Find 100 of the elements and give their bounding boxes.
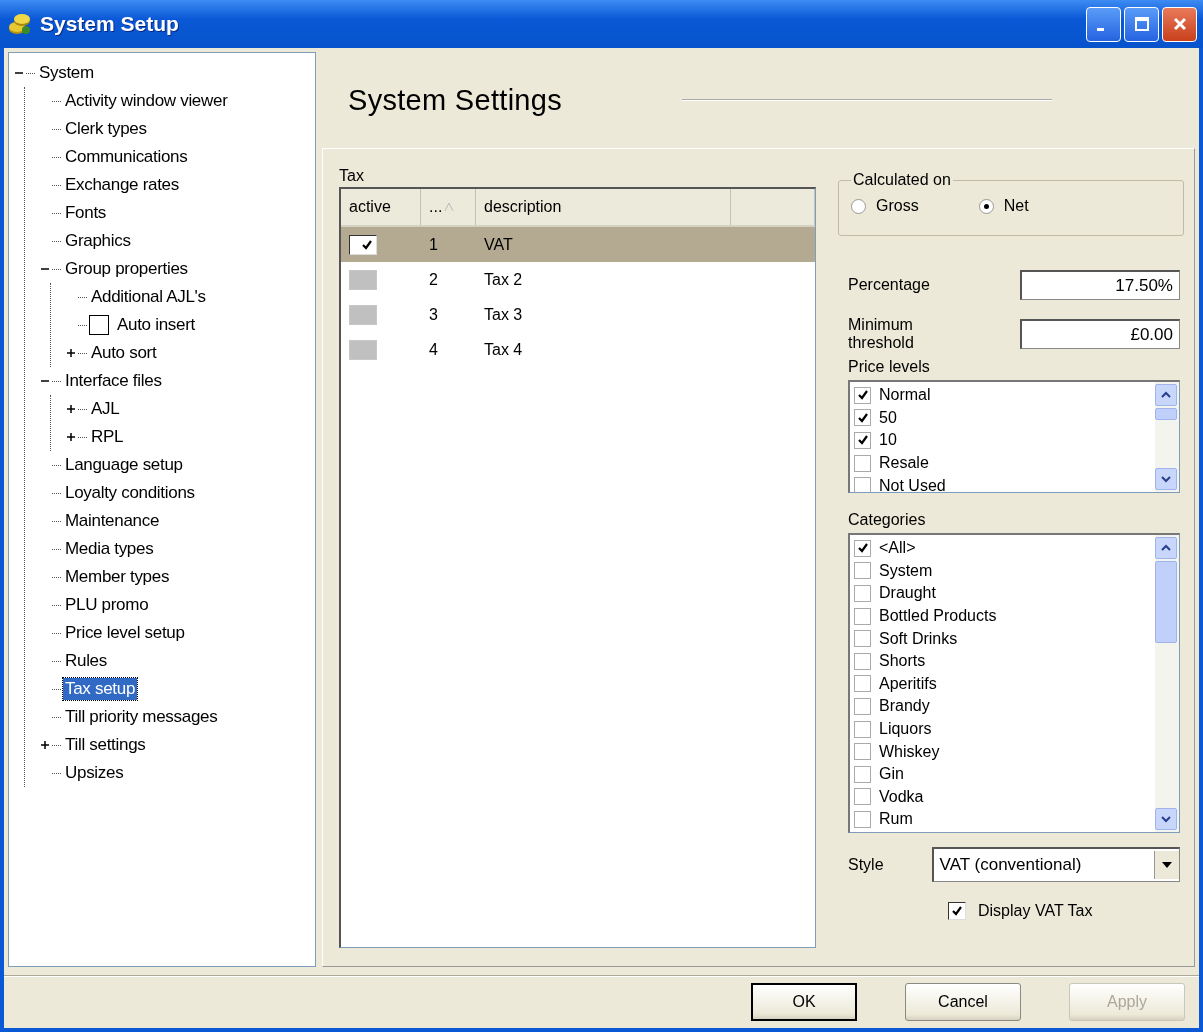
tree-item[interactable]: PLU promo	[63, 594, 151, 616]
column-header[interactable]: ...	[421, 189, 476, 225]
tree-item[interactable]: Till settings	[63, 734, 148, 756]
list-item[interactable]: Whiskey	[879, 742, 940, 761]
checkbox-label[interactable]: Display VAT Tax	[978, 902, 1093, 920]
checkbox[interactable]	[854, 585, 871, 602]
checkbox[interactable]	[854, 477, 871, 492]
radio-button[interactable]	[851, 198, 866, 214]
scroll-down-icon[interactable]	[1155, 468, 1177, 490]
list-item[interactable]: Shorts	[879, 652, 926, 671]
tree-item[interactable]: Maintenance	[63, 510, 162, 532]
checkbox[interactable]	[854, 409, 871, 427]
tree-item[interactable]: Tax setup	[63, 678, 138, 700]
page-heading: System Settings	[348, 83, 563, 117]
list-label: Price levels	[848, 358, 931, 376]
checkbox[interactable]	[854, 697, 871, 715]
checkbox[interactable]	[854, 454, 871, 472]
list-item[interactable]: Draught	[879, 584, 936, 603]
checkbox[interactable]	[854, 743, 871, 761]
tree-item[interactable]: System	[37, 62, 96, 84]
checkbox[interactable]	[854, 386, 871, 404]
checkbox[interactable]	[854, 810, 871, 828]
checkbox[interactable]	[854, 765, 871, 783]
list-item[interactable]: System	[879, 561, 933, 580]
tree-item[interactable]: Member types	[63, 566, 172, 588]
input-field[interactable]: 17.50%	[1020, 270, 1180, 300]
tree-item[interactable]: Interface files	[63, 370, 164, 392]
expand-icon[interactable]	[65, 430, 77, 444]
checkbox[interactable]	[854, 607, 871, 625]
tree-item[interactable]: Auto sort	[89, 342, 159, 364]
expand-icon[interactable]	[39, 738, 51, 752]
scroll-up-icon[interactable]	[1155, 384, 1177, 406]
maximize-icon	[1133, 16, 1150, 32]
radio-button[interactable]	[978, 198, 994, 214]
tree-item[interactable]: Media types	[63, 538, 156, 560]
tree-item[interactable]: Price level setup	[63, 622, 187, 644]
list-item[interactable]: Rum	[879, 810, 913, 829]
tree-item[interactable]: Upsizes	[63, 762, 126, 784]
list-item[interactable]: Vodka	[879, 787, 924, 806]
scrollbar[interactable]	[1155, 382, 1179, 492]
list-item[interactable]: 50	[879, 408, 897, 427]
list-item[interactable]: Brandy	[879, 697, 930, 716]
checkbox[interactable]	[854, 562, 871, 580]
radio-label[interactable]: Gross	[876, 197, 919, 215]
scroll-down-icon[interactable]	[1155, 808, 1177, 830]
table-row[interactable]: 2 Tax 2	[341, 262, 815, 297]
checkbox[interactable]	[854, 675, 871, 693]
tree-item[interactable]: Additional AJL's	[89, 286, 208, 308]
dialog-button[interactable]: OK	[751, 983, 857, 1021]
expand-icon[interactable]	[65, 402, 77, 416]
tree-item[interactable]: Graphics	[63, 230, 133, 252]
tree-item[interactable]: Activity window viewer	[63, 90, 230, 112]
tree-item[interactable]: Language setup	[63, 454, 185, 476]
list-item[interactable]: Not Used	[879, 476, 946, 492]
list-item[interactable]: <All>	[879, 539, 916, 558]
tree-item[interactable]: Exchange rates	[63, 174, 181, 196]
tree-item[interactable]: Group properties	[63, 258, 190, 280]
tree-item[interactable]: Clerk types	[63, 118, 149, 140]
checkbox[interactable]	[349, 234, 377, 255]
tree-item[interactable]: Loyalty conditions	[63, 482, 197, 504]
tree-item[interactable]: Till priority messages	[63, 706, 220, 728]
column-header[interactable]: description	[476, 189, 731, 225]
list-item[interactable]: Gin	[879, 765, 904, 784]
checkbox[interactable]	[89, 315, 109, 335]
maximize-button[interactable]	[1124, 6, 1159, 42]
checkbox[interactable]	[854, 788, 871, 806]
tree-item[interactable]: Auto insert	[115, 314, 197, 336]
scroll-thumb[interactable]	[1155, 561, 1177, 643]
tree-item[interactable]: RPL	[89, 426, 126, 448]
minimize-button[interactable]	[1086, 6, 1121, 42]
list-item[interactable]: Resale	[879, 454, 929, 473]
tree-item[interactable]: Communications	[63, 146, 190, 168]
list-item[interactable]: Aperitifs	[879, 674, 937, 693]
style-dropdown[interactable]: VAT (conventional)	[931, 847, 1180, 882]
list-item[interactable]: Bottled Products	[879, 607, 997, 626]
table-row[interactable]: 4 Tax 4	[341, 332, 815, 367]
checkbox[interactable]	[854, 432, 871, 449]
input-field[interactable]: £0.00	[1020, 319, 1180, 349]
list-item[interactable]: Liquors	[879, 720, 932, 739]
checkbox[interactable]	[854, 630, 871, 648]
checkbox[interactable]	[854, 720, 871, 738]
scrollbar[interactable]	[1155, 535, 1179, 832]
tree-item[interactable]: AJL	[89, 398, 122, 420]
checkbox[interactable]	[948, 902, 966, 920]
checkbox[interactable]	[854, 539, 871, 557]
tree-item[interactable]: Rules	[63, 650, 109, 672]
radio-label[interactable]: Net	[1003, 197, 1029, 215]
scroll-up-icon[interactable]	[1155, 537, 1177, 559]
dialog-button[interactable]: Cancel	[905, 983, 1021, 1021]
table-row[interactable]: 1 VAT	[341, 227, 815, 262]
table-row[interactable]: 3 Tax 3	[341, 297, 815, 332]
scroll-thumb[interactable]	[1155, 408, 1177, 420]
column-header[interactable]: active	[341, 189, 421, 225]
expand-icon[interactable]	[65, 346, 77, 360]
close-button[interactable]	[1162, 6, 1197, 42]
checkbox[interactable]	[854, 652, 871, 670]
list-item[interactable]: Normal	[879, 386, 931, 405]
list-item[interactable]: 10	[879, 431, 897, 450]
list-item[interactable]: Soft Drinks	[879, 629, 958, 648]
tree-item[interactable]: Fonts	[63, 202, 109, 224]
